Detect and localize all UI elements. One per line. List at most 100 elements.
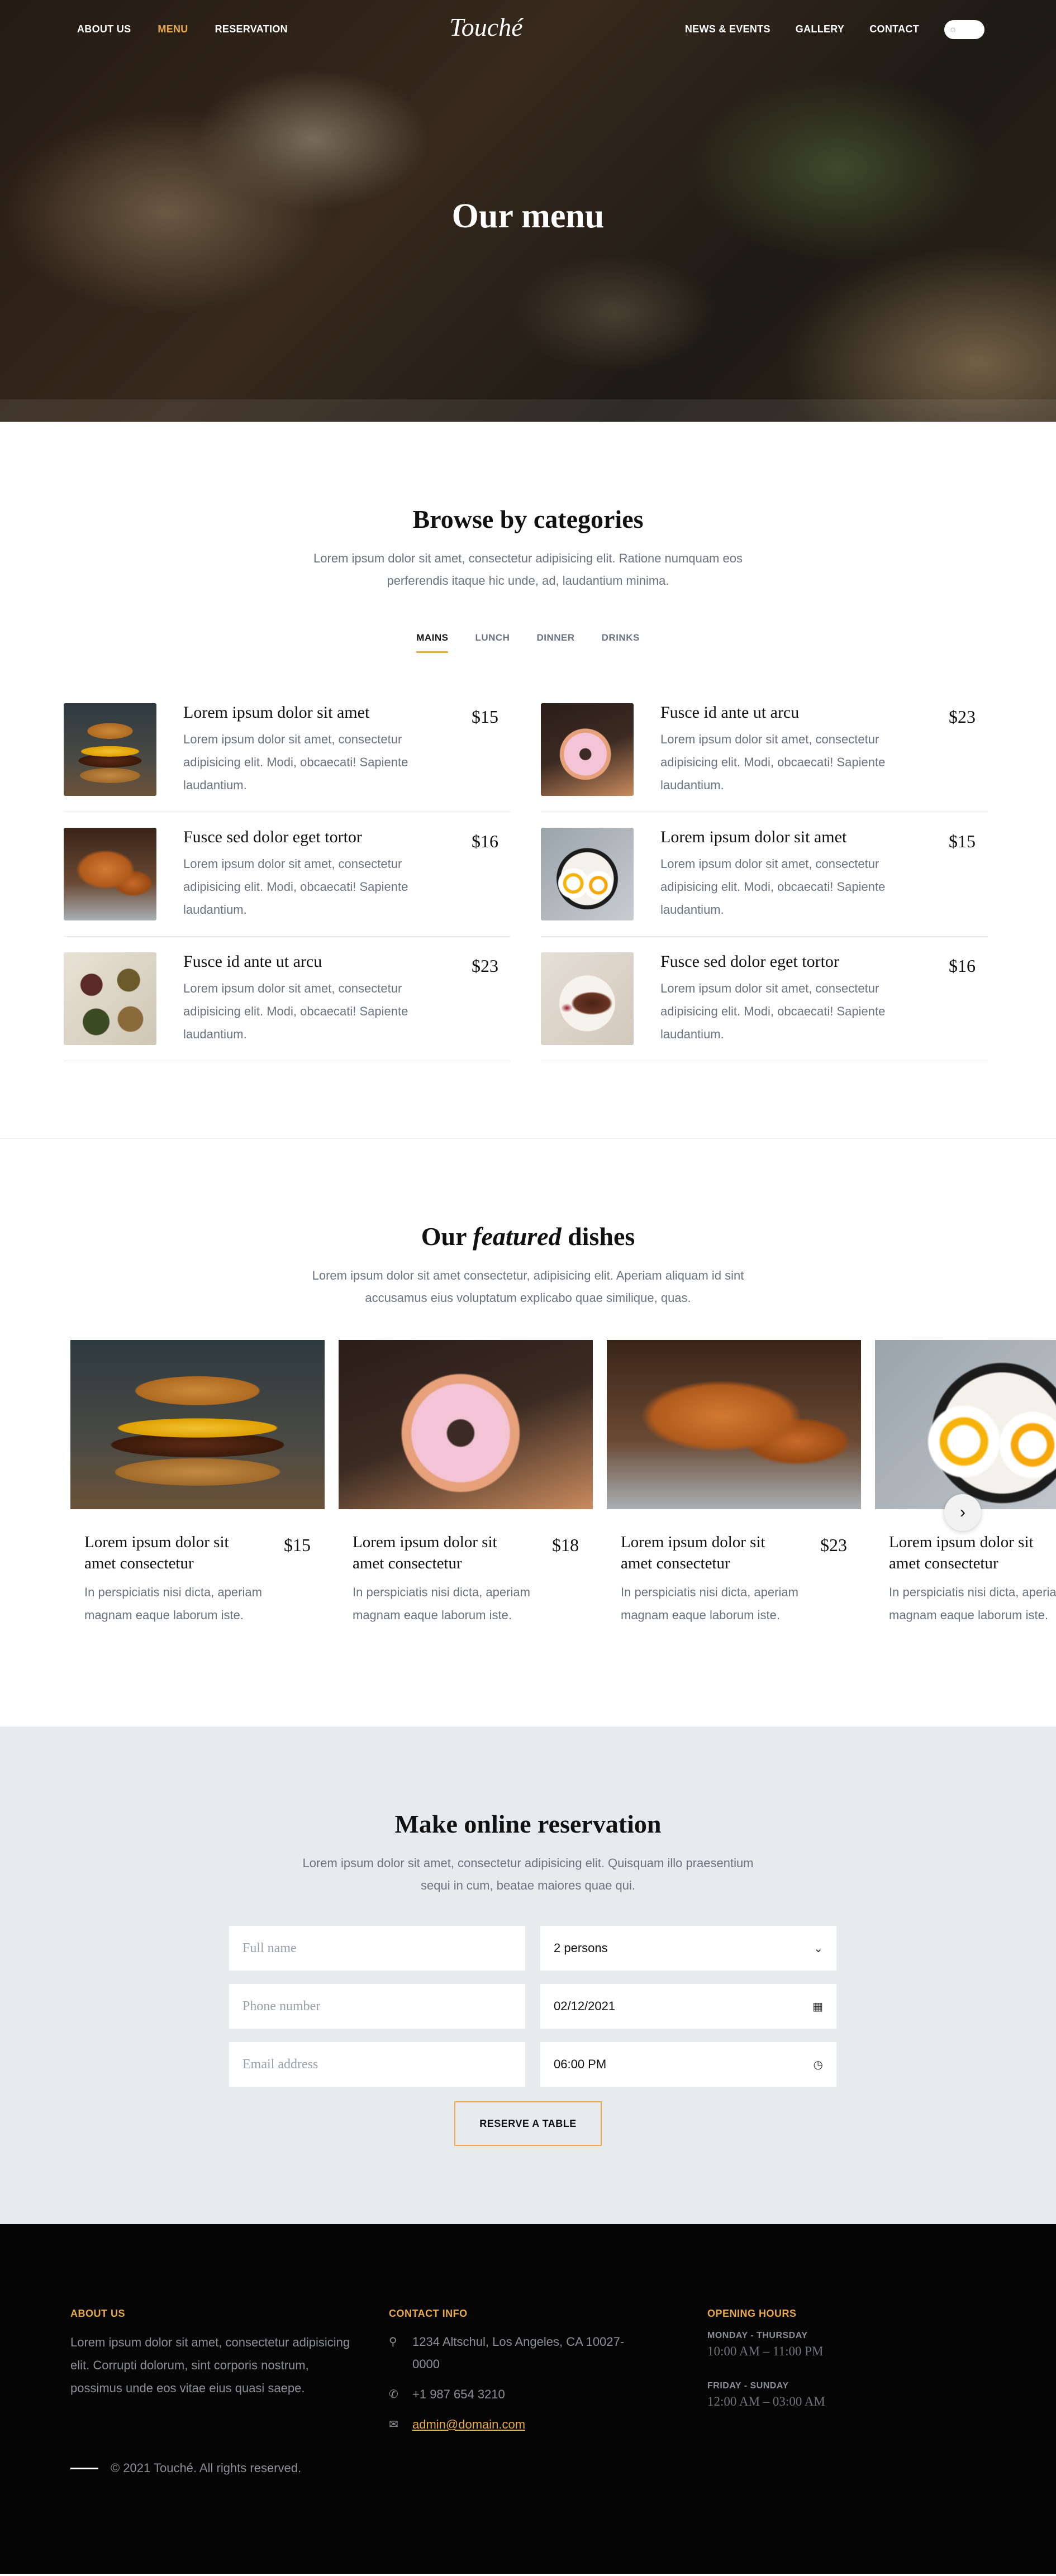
menu-item[interactable]: Fusce sed dolor eget tortor $16 Lorem ip… — [64, 812, 511, 937]
phone-placeholder: Phone number — [242, 1998, 321, 2014]
nav-contact-link[interactable]: CONTACT — [869, 23, 919, 35]
nav-reservation-link[interactable]: RESERVATION — [215, 23, 288, 35]
calendar-icon[interactable]: ▦ — [812, 2000, 823, 2014]
menu-item[interactable]: Fusce id ante ut arcu $23 Lorem ipsum do… — [64, 937, 511, 1061]
nav-left: ABOUT US MENU RESERVATION — [77, 23, 288, 35]
date-value: 02/12/2021 — [554, 1999, 616, 2013]
featured-card[interactable]: Lorem ipsum dolor sit amet consectetur I… — [875, 1340, 1056, 1626]
phone-input[interactable]: Phone number — [229, 1984, 525, 2029]
sun-icon: ☼ — [949, 25, 957, 34]
featured-card[interactable]: Lorem ipsum dolor sit amet consectetur $… — [607, 1340, 861, 1626]
menu-item-name: Lorem ipsum dolor sit amet — [660, 828, 847, 846]
clock-icon[interactable]: ◷ — [814, 2058, 823, 2072]
menu-item-image — [64, 703, 156, 796]
menu-item-image — [64, 952, 156, 1045]
menu-item-image — [64, 828, 156, 920]
envelope-icon: ✉ — [389, 2418, 398, 2431]
menu-item-image — [541, 703, 634, 796]
date-input[interactable]: 02/12/2021 ▦ — [540, 1984, 836, 2029]
tab-lunch[interactable]: LUNCH — [475, 632, 510, 653]
footer-about: ABOUT US Lorem ipsum dolor sit amet, con… — [70, 2308, 372, 2400]
weekend-label: FRIDAY - SUNDAY — [707, 2381, 789, 2391]
featured-title: Our featured dishes — [0, 1222, 1056, 1251]
featured-card-image — [875, 1340, 1056, 1509]
category-tabs: MAINS LUNCH DINNER DRINKS — [0, 632, 1056, 653]
footer-contact: CONTACT INFO ⚲ 1234 Altschul, Los Angele… — [389, 2308, 691, 2444]
full-name-input[interactable]: Full name — [229, 1926, 525, 1971]
map-pin-icon: ⚲ — [389, 2336, 397, 2348]
featured-card-image — [607, 1340, 861, 1509]
featured-card-body: Lorem ipsum dolor sit amet consectetur $… — [70, 1509, 325, 1626]
chevron-down-icon: ⌄ — [814, 1942, 823, 1955]
full-name-placeholder: Full name — [242, 1940, 297, 1955]
copyright: © 2021 Touché. All rights reserved. — [70, 2461, 301, 2475]
phone-text[interactable]: +1 987 654 3210 — [412, 2383, 505, 2406]
menu-item[interactable]: Fusce id ante ut arcu $23 Lorem ipsum do… — [541, 688, 988, 812]
menu-item[interactable]: Fusce sed dolor eget tortor $16 Lorem ip… — [541, 937, 988, 1061]
nav-gallery-link[interactable]: GALLERY — [796, 23, 844, 35]
menu-item-name: Fusce sed dolor eget tortor — [660, 952, 839, 971]
tab-dinner[interactable]: DINNER — [536, 632, 574, 653]
menu-item-description: Lorem ipsum dolor sit amet, consectetur … — [660, 732, 886, 792]
hero-bottom-band — [0, 399, 1056, 422]
menu-item[interactable]: Lorem ipsum dolor sit amet $15 Lorem ips… — [541, 812, 988, 937]
contact-phone: ✆ +1 987 654 3210 — [389, 2383, 691, 2406]
featured-card-price: $15 — [284, 1535, 311, 1555]
menu-item-price: $23 — [472, 956, 498, 976]
time-input[interactable]: 06:00 PM ◷ — [540, 2042, 836, 2087]
menu-item-name: Fusce id ante ut arcu — [183, 952, 322, 971]
logo[interactable]: Touché — [447, 12, 525, 42]
featured-card-description: In perspiciatis nisi dicta, aperiam magn… — [84, 1585, 262, 1622]
menu-item-price: $16 — [949, 956, 976, 976]
footer-about-heading: ABOUT US — [70, 2308, 125, 2319]
carousel-next-button[interactable]: › — [944, 1494, 981, 1531]
weekend-hours: 12:00 AM – 03:00 AM — [707, 2394, 825, 2408]
featured-title-pre: Our — [421, 1222, 473, 1251]
footer-contact-heading: CONTACT INFO — [389, 2308, 468, 2319]
menu-item-name: Lorem ipsum dolor sit amet — [183, 703, 370, 722]
email-placeholder: Email address — [242, 2057, 318, 2072]
nav-menu-link[interactable]: MENU — [158, 23, 188, 35]
menu-item-name: Fusce sed dolor eget tortor — [183, 828, 362, 846]
featured-card-image — [339, 1340, 593, 1509]
menu-item-description: Lorem ipsum dolor sit amet, consectetur … — [183, 857, 408, 917]
featured-card-body: Lorem ipsum dolor sit amet consectetur $… — [607, 1509, 861, 1626]
menu-item-description: Lorem ipsum dolor sit amet, consectetur … — [660, 857, 886, 917]
weekday-label: MONDAY - THURSDAY — [707, 2331, 808, 2340]
reservation-section: Make online reservation Lorem ipsum dolo… — [0, 1726, 1056, 2224]
featured-card[interactable]: Lorem ipsum dolor sit amet consectetur $… — [339, 1340, 593, 1626]
featured-card-name: Lorem ipsum dolor sit amet consectetur — [353, 1533, 497, 1572]
menu-list: Lorem ipsum dolor sit amet $15 Lorem ips… — [64, 688, 1056, 1061]
chevron-right-icon: › — [960, 1503, 965, 1521]
featured-card[interactable]: Lorem ipsum dolor sit amet consectetur $… — [70, 1340, 325, 1626]
nav-news-link[interactable]: NEWS & EVENTS — [685, 23, 770, 35]
featured-card-description: In perspiciatis nisi dicta, aperiam magn… — [353, 1585, 530, 1622]
theme-toggle[interactable]: ☼ — [944, 20, 984, 39]
reserve-table-button[interactable]: RESERVE A TABLE — [454, 2101, 602, 2146]
reservation-form: Full name 2 persons ⌄ Phone number 02/12/… — [229, 1926, 836, 2087]
footer-about-text: Lorem ipsum dolor sit amet, consectetur … — [70, 2335, 350, 2395]
email-link[interactable]: admin@domain.com — [412, 2413, 525, 2436]
tab-drinks[interactable]: DRINKS — [602, 632, 640, 653]
featured-card-name: Lorem ipsum dolor sit amet consectetur — [621, 1533, 765, 1572]
tab-mains[interactable]: MAINS — [416, 632, 449, 653]
main-nav: ABOUT US MENU RESERVATION Touché NEWS & … — [0, 0, 1056, 59]
featured-subtitle: Lorem ipsum dolor sit amet consectetur, … — [312, 1268, 744, 1305]
footer: ABOUT US Lorem ipsum dolor sit amet, con… — [0, 2224, 1056, 2574]
copyright-line — [70, 2467, 98, 2469]
menu-item-price: $23 — [949, 707, 976, 727]
featured-title-em: featured — [473, 1222, 562, 1251]
menu-item[interactable]: Lorem ipsum dolor sit amet $15 Lorem ips… — [64, 688, 511, 812]
time-value: 06:00 PM — [554, 2057, 607, 2071]
persons-select[interactable]: 2 persons ⌄ — [540, 1926, 836, 1971]
nav-about-link[interactable]: ABOUT US — [77, 23, 131, 35]
contact-email: ✉ admin@domain.com — [389, 2413, 691, 2436]
email-input[interactable]: Email address — [229, 2042, 525, 2087]
featured-card-body: Lorem ipsum dolor sit amet consectetur $… — [339, 1509, 593, 1626]
footer-hours: OPENING HOURS MONDAY - THURSDAY 10:00 AM… — [707, 2308, 1009, 2431]
featured-card-image — [70, 1340, 325, 1509]
menu-item-price: $15 — [472, 707, 498, 727]
footer-hours-heading: OPENING HOURS — [707, 2308, 797, 2319]
menu-item-price: $16 — [472, 831, 498, 851]
menu-item-description: Lorem ipsum dolor sit amet, consectetur … — [183, 981, 408, 1041]
